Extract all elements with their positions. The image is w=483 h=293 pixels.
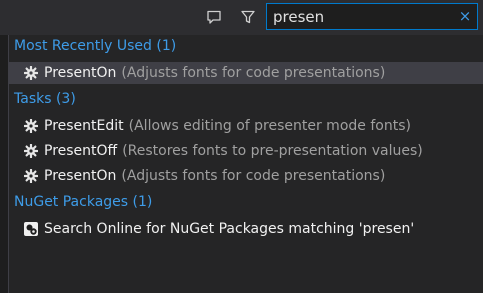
result-description: (Restores fonts to pre-presentation valu… — [122, 143, 423, 159]
quick-launch-search-box[interactable]: × — [266, 3, 478, 30]
gear-icon — [23, 143, 39, 159]
gear-icon — [23, 168, 39, 184]
editor-background — [0, 35, 8, 293]
result-name: PresentOff — [44, 143, 118, 159]
result-name: Search Online for NuGet Packages matchin… — [44, 221, 415, 237]
search-input[interactable] — [273, 7, 453, 26]
result-name: PresentEdit — [44, 118, 124, 134]
result-item-presenton[interactable]: PresentOn (Adjusts fonts for code presen… — [9, 165, 483, 187]
section-header-nuget: NuGet Packages (1) — [14, 194, 153, 210]
section-header-mru: Most Recently Used (1) — [14, 38, 177, 54]
title-bar: × — [0, 0, 483, 35]
quick-launch-results: Most Recently Used (1) PresentOn (Adjust… — [8, 35, 483, 293]
filter-icon[interactable] — [238, 7, 258, 27]
section-header-tasks: Tasks (3) — [14, 91, 76, 107]
gear-icon — [23, 65, 39, 81]
result-description: (Allows editing of presenter mode fonts) — [128, 118, 411, 134]
result-name: PresentOn — [44, 65, 117, 81]
result-item-presentedit[interactable]: PresentEdit (Allows editing of presenter… — [9, 115, 483, 137]
result-item-mru-presenton[interactable]: PresentOn (Adjusts fonts for code presen… — [9, 62, 483, 84]
nuget-search-icon — [23, 221, 39, 237]
result-description: (Adjusts fonts for code presentations) — [121, 168, 386, 184]
gear-icon — [23, 118, 39, 134]
feedback-icon[interactable] — [204, 7, 224, 27]
result-item-nuget-search[interactable]: Search Online for NuGet Packages matchin… — [9, 218, 483, 240]
clear-search-icon[interactable]: × — [457, 7, 473, 25]
result-name: PresentOn — [44, 168, 117, 184]
result-description: (Adjusts fonts for code presentations) — [121, 65, 386, 81]
result-item-presentoff[interactable]: PresentOff (Restores fonts to pre-presen… — [9, 140, 483, 162]
